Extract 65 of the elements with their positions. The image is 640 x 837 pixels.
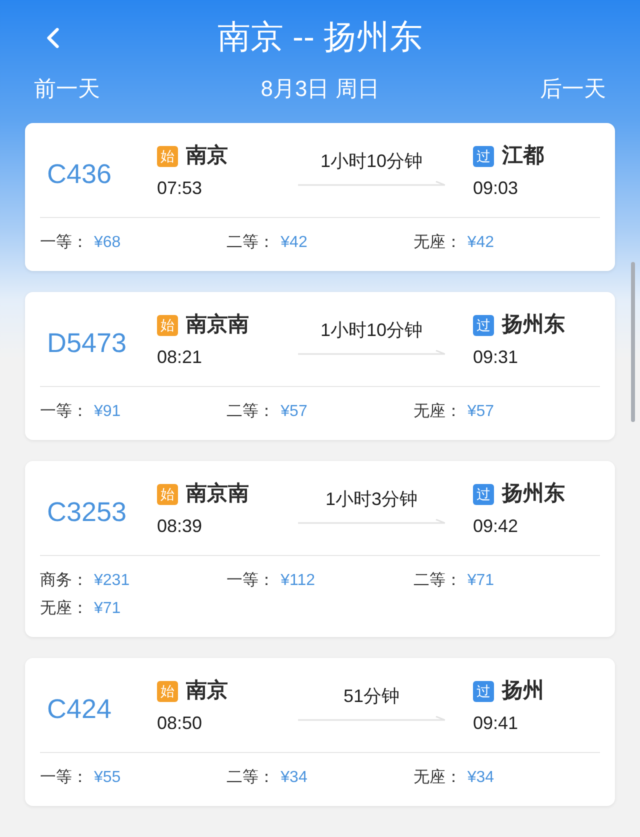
origin-tag: 始 (157, 146, 178, 166)
seat-class: 无座： (413, 768, 462, 788)
travel-duration: 1小时10分钟 (320, 150, 423, 172)
station-name: 扬州东 (502, 313, 565, 337)
pass-tag: 过 (473, 680, 494, 702)
train-card[interactable]: C3253 始 南京南 08:39 1小时3分钟 过 扬州东 09:42 商务： ¥231 一等： ¥112 二等： ¥71 无座： ¥71 (25, 461, 615, 637)
departure-time: 08:21 (157, 346, 202, 368)
station-name: 南京南 (186, 313, 249, 337)
fare-price: ¥57 (280, 402, 308, 422)
seat-class: 一等： (40, 768, 88, 788)
seat-class: 一等： (40, 233, 88, 253)
train-card[interactable]: C436 始 南京 07:53 1小时10分钟 过 江都 09:03 一等： ¥68 二等： ¥42 无座： ¥42 (25, 123, 615, 271)
fare-price: ¥34 (467, 768, 494, 788)
travel-duration: 1小时10分钟 (320, 319, 423, 341)
departure-time: 08:39 (157, 515, 202, 537)
fare-price: ¥231 (94, 571, 130, 591)
origin-tag: 始 (157, 314, 178, 336)
pass-tag: 过 (473, 484, 494, 504)
station-name: 南京南 (186, 482, 249, 506)
arrival-time: 09:42 (473, 515, 518, 537)
fare-price: ¥71 (94, 599, 121, 619)
station-name: 南京 (186, 144, 228, 168)
fare-price: ¥68 (94, 233, 121, 253)
fare-price: ¥71 (467, 571, 494, 591)
origin-tag: 始 (157, 484, 178, 504)
station-name: 扬州 (502, 679, 544, 703)
train-number: D5473 (47, 328, 127, 358)
seat-class: 无座： (40, 598, 88, 619)
arrival-time: 09:03 (473, 177, 518, 199)
train-card[interactable]: C424 始 南京 08:50 51分钟 过 扬州 09:41 一等： ¥55 二等： ¥34 无座： ¥34 (25, 658, 615, 806)
station-name: 南京 (186, 679, 228, 703)
seat-class: 商务： (40, 570, 88, 591)
seat-class: 二等： (226, 233, 275, 253)
fare-price: ¥91 (94, 402, 121, 422)
fare-price: ¥34 (280, 768, 308, 788)
train-number: C3253 (47, 497, 127, 527)
station-name: 江都 (502, 144, 544, 168)
seat-class: 一等： (226, 571, 275, 591)
fare-price: ¥55 (94, 768, 121, 788)
fare-price: ¥42 (467, 233, 494, 253)
scrollbar[interactable] (631, 262, 635, 422)
arrival-time: 09:41 (473, 712, 518, 734)
fare-price: ¥42 (280, 233, 308, 253)
departure-time: 07:53 (157, 177, 202, 199)
pass-tag: 过 (473, 314, 494, 336)
train-number: C436 (47, 159, 112, 189)
travel-duration: 1小时3分钟 (325, 488, 418, 510)
arrival-time: 09:31 (473, 346, 518, 368)
departure-time: 08:50 (157, 712, 202, 734)
train-number: C424 (47, 694, 112, 724)
pass-tag: 过 (473, 146, 494, 166)
station-name: 扬州东 (502, 482, 565, 506)
fare-price: ¥112 (280, 571, 316, 591)
travel-duration: 51分钟 (343, 685, 400, 707)
seat-class: 无座： (413, 232, 462, 253)
seat-class: 一等： (40, 402, 88, 422)
origin-tag: 始 (157, 680, 178, 702)
route-title: 南京 -- 扬州东 (217, 17, 423, 57)
seat-class: 二等： (226, 768, 275, 788)
date-label: 8月3日 周日 (260, 75, 380, 103)
seat-class: 二等： (413, 571, 462, 591)
seat-class: 无座： (413, 402, 462, 422)
fare-price: ¥57 (467, 402, 494, 422)
seat-class: 二等： (226, 402, 275, 422)
train-card[interactable]: D5473 始 南京南 08:21 1小时10分钟 过 扬州东 09:31 一等： ¥91 二等： ¥57 无座： ¥57 (25, 292, 615, 440)
